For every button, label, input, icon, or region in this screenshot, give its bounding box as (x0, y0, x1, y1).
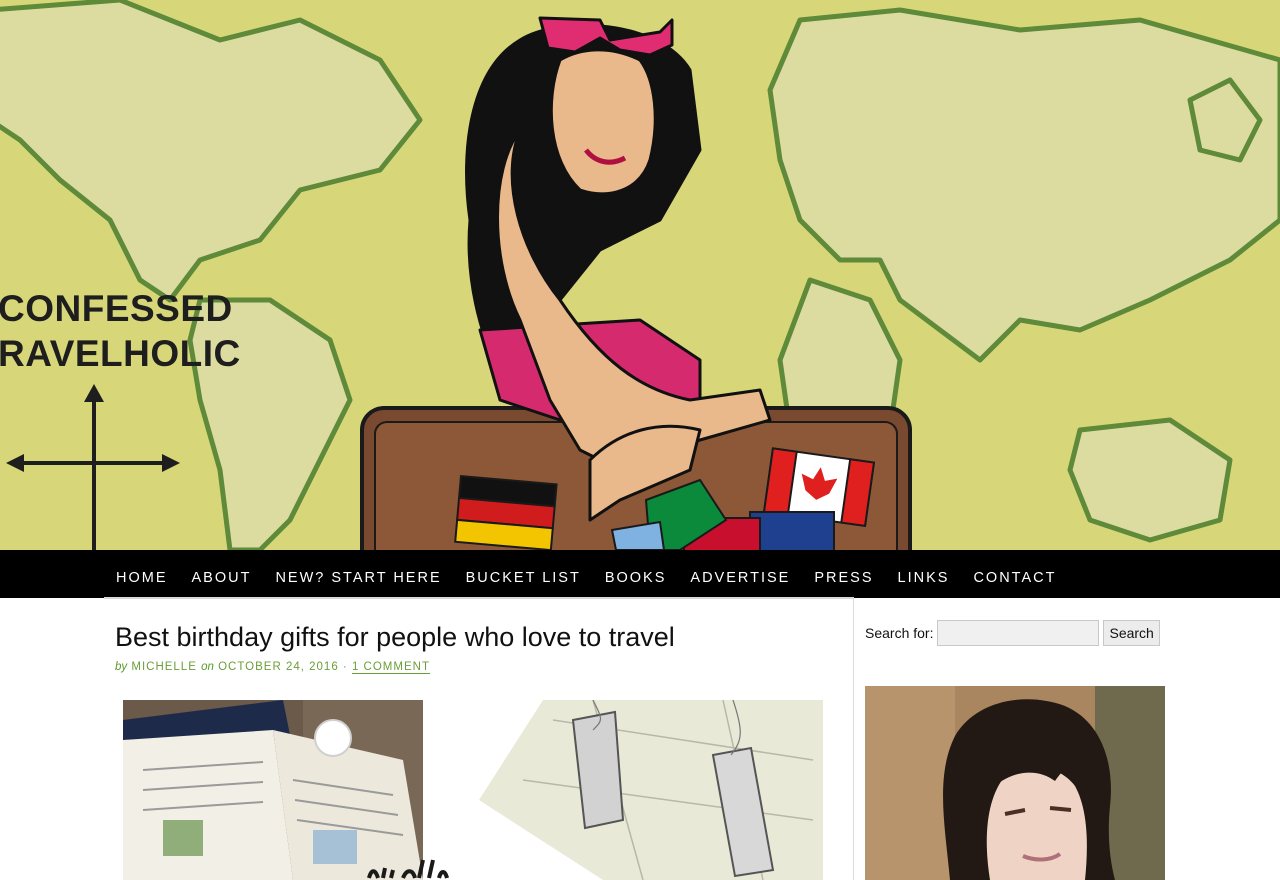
byline-on-label: on (201, 661, 214, 673)
post-date-link[interactable]: OCTOBER 24, 2016 (218, 661, 339, 673)
nav-item-contact[interactable]: CONTACT (961, 550, 1068, 598)
nav-item-press[interactable]: PRESS (802, 550, 885, 598)
post-featured-image[interactable] (123, 700, 823, 880)
byline-by-label: by (115, 661, 128, 673)
nav-divider (104, 597, 854, 599)
site-title[interactable]: CONFESSED RAVELHOLIC (0, 286, 241, 376)
nav-item-bucket-list[interactable]: BUCKET LIST (454, 550, 593, 598)
nav-item-links[interactable]: LINKS (886, 550, 962, 598)
site-title-line2: RAVELHOLIC (0, 333, 241, 374)
search-label: Search for: (865, 625, 934, 641)
site-title-line1: CONFESSED (0, 288, 233, 329)
header-banner[interactable]: CONFESSED RAVELHOLIC (0, 0, 1280, 550)
nav-item-advertise[interactable]: ADVERTISE (678, 550, 802, 598)
nav-item-books[interactable]: BOOKS (593, 550, 679, 598)
profile-photo-graphic (865, 686, 1165, 880)
sidebar-divider (853, 598, 854, 880)
featured-image-graphic (123, 700, 823, 880)
search-input[interactable] (937, 620, 1100, 646)
nav-item-home[interactable]: HOME (104, 550, 180, 598)
search-form: Search for: Search (865, 620, 1160, 646)
comments-link[interactable]: 1 COMMENT (351, 661, 430, 674)
nav-item-new-start-here[interactable]: NEW? START HERE (263, 550, 453, 598)
post-byline: by MICHELLE on OCTOBER 24, 2016 · 1 COMM… (115, 661, 430, 674)
banner-illustration (0, 0, 1280, 550)
author-link[interactable]: MICHELLE (131, 661, 197, 673)
search-button[interactable]: Search (1103, 620, 1160, 646)
main-nav: HOME ABOUT NEW? START HERE BUCKET LIST B… (0, 550, 1280, 598)
author-profile-photo[interactable] (865, 686, 1165, 880)
nav-item-about[interactable]: ABOUT (180, 550, 264, 598)
byline-separator: · (342, 661, 348, 673)
post-title[interactable]: Best birthday gifts for people who love … (115, 622, 675, 653)
